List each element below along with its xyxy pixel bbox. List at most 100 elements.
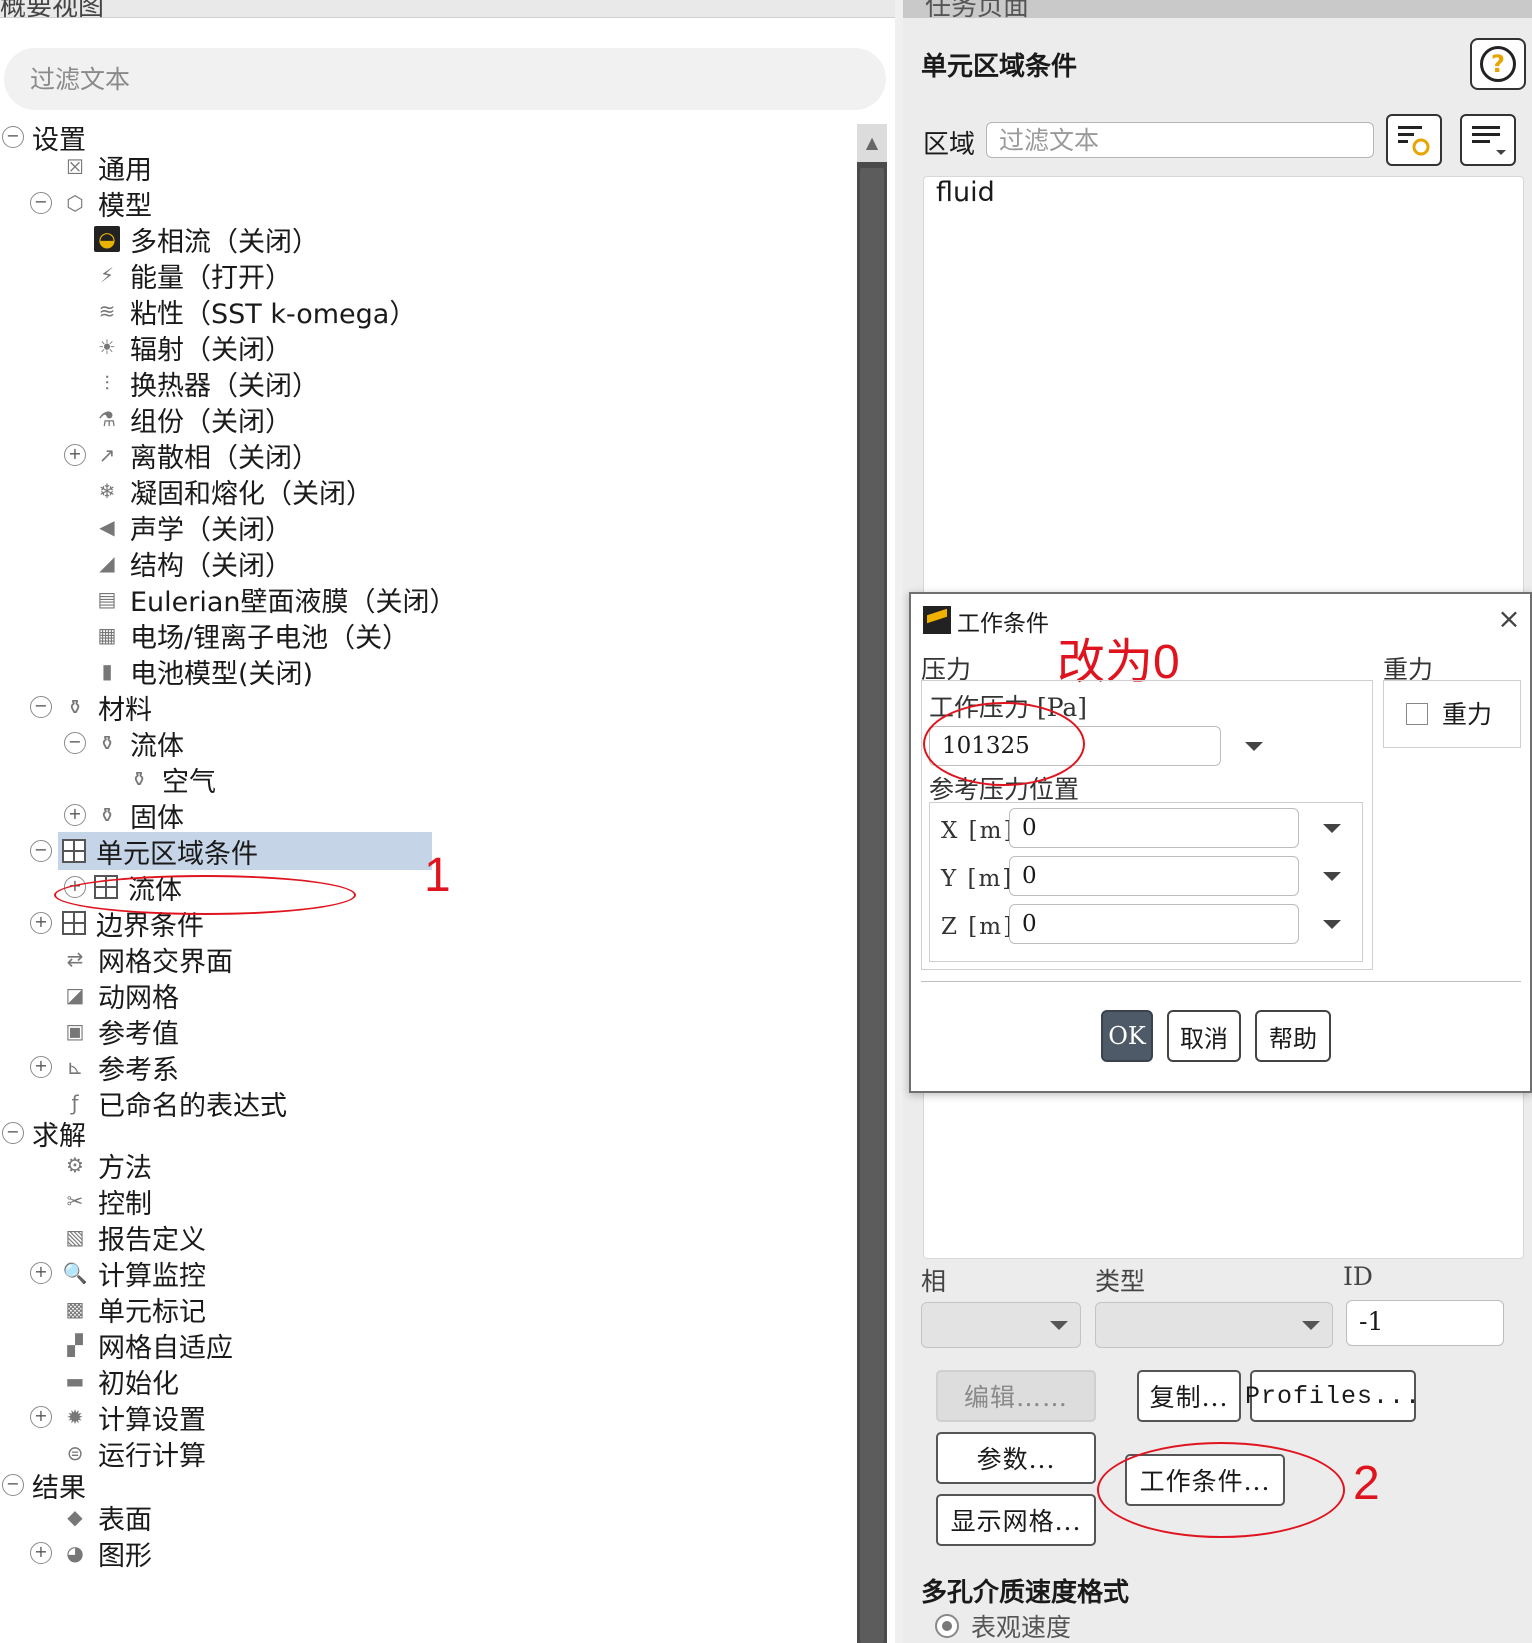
tree-item[interactable]: ▤ Eulerian壁面液膜（关闭） (94, 580, 457, 618)
tree-item[interactable]: ▞ 网格自适应 (62, 1326, 233, 1364)
tree-item[interactable]: ☒ 通用 (62, 148, 152, 186)
tree-item[interactable]: ⇄ 网格交界面 (62, 940, 233, 978)
tree-item-label: 运行计算 (98, 1440, 206, 1472)
tree-item[interactable]: 单元区域条件 (58, 832, 432, 870)
phase-dropdown[interactable] (921, 1302, 1081, 1348)
help-dialog-button[interactable]: 帮助 (1255, 1010, 1331, 1062)
tree-item-label: 辐射（关闭） (130, 334, 292, 366)
tree-item-label: 图形 (98, 1540, 152, 1572)
tree-item[interactable]: ↗ 离散相（关闭） (94, 436, 319, 474)
collapse-toggle-icon[interactable]: − (2, 126, 24, 148)
tree-item-label: 模型 (98, 190, 152, 222)
ok-button[interactable]: OK (1101, 1010, 1153, 1062)
expand-toggle-icon[interactable]: + (64, 444, 86, 466)
dynamic-mesh-icon: ◪ (65, 983, 85, 1007)
annotation-ellipse-2 (1097, 1442, 1345, 1538)
tree-item[interactable]: ≋ 粘性（SST k-omega） (94, 292, 417, 330)
collapse-toggle-icon[interactable]: − (30, 696, 52, 718)
tree-item-label: 固体 (130, 802, 184, 834)
collapse-toggle-icon[interactable]: − (30, 840, 52, 862)
tree-item[interactable]: ✹ 计算设置 (62, 1398, 206, 1436)
tree-item[interactable]: ⊾ 参考系 (62, 1048, 179, 1086)
tree-item[interactable]: ☀ 辐射（关闭） (94, 328, 292, 366)
copy-button[interactable]: 复制... (1137, 1370, 1241, 1422)
collapse-toggle-icon[interactable]: − (64, 732, 86, 754)
expand-toggle-icon[interactable]: + (30, 1542, 52, 1564)
z-dropdown-icon[interactable] (1323, 920, 1341, 929)
expand-toggle-icon[interactable]: + (30, 1406, 52, 1428)
general-icon: ☒ (66, 155, 84, 179)
tree-item[interactable]: 🔍 计算监控 (62, 1254, 206, 1292)
zone-list-item-fluid[interactable]: fluid (936, 177, 995, 208)
close-icon[interactable]: × (1494, 602, 1524, 635)
tree-item[interactable]: ▬ 初始化 (62, 1362, 179, 1400)
display-mesh-button[interactable]: 显示网格... (936, 1494, 1096, 1546)
expand-toggle-icon[interactable]: + (30, 1056, 52, 1078)
x-dropdown-icon[interactable] (1323, 824, 1341, 833)
tree-item[interactable]: ƒ 已命名的表达式 (62, 1084, 287, 1122)
superficial-velocity-option[interactable]: 表观速度 (935, 1608, 1071, 1643)
expand-toggle-icon[interactable]: + (64, 804, 86, 826)
scroll-up-arrow-icon[interactable]: ▲ (857, 124, 887, 162)
z-coordinate-input[interactable]: 0 (1009, 904, 1299, 944)
tree-item[interactable]: ▣ 参考值 (62, 1012, 179, 1050)
radio-selected-icon[interactable] (935, 1614, 959, 1638)
tree-item[interactable]: ▧ 报告定义 (62, 1218, 206, 1256)
battery-icon: ▮ (101, 659, 113, 683)
collapse-toggle-icon[interactable]: − (30, 192, 52, 214)
expand-toggle-icon[interactable]: + (30, 1262, 52, 1284)
profiles-button[interactable]: Profiles... (1245, 1370, 1420, 1422)
help-button[interactable]: ? (1470, 38, 1526, 90)
tree-item[interactable]: ⚱ 固体 (94, 796, 184, 834)
gravity-checkbox-label[interactable]: 重力 (1442, 695, 1492, 731)
y-coordinate-input[interactable]: 0 (1009, 856, 1299, 896)
tree-item[interactable]: ◀ 声学（关闭） (94, 508, 292, 546)
tree-item[interactable]: ◕ 图形 (62, 1534, 152, 1572)
tree-item[interactable]: ▮ 电池模型(关闭) (94, 652, 313, 690)
y-dropdown-icon[interactable] (1323, 872, 1341, 881)
expand-toggle-icon[interactable]: + (30, 912, 52, 934)
edit-button[interactable]: 编辑…… (936, 1370, 1096, 1422)
x-coordinate-input[interactable]: 0 (1009, 808, 1299, 848)
tree-item-label: 流体 (130, 730, 184, 762)
outline-filter-field[interactable] (4, 48, 886, 110)
tree-item[interactable]: ◢ 结构（关闭） (94, 544, 292, 582)
list-menu-icon (1472, 126, 1506, 155)
species-icon: ⚗ (98, 407, 116, 431)
tree-item[interactable]: ❄ 凝固和熔化（关闭） (94, 472, 373, 510)
list-options-button[interactable] (1460, 114, 1516, 166)
mesh-adaption-icon: ▞ (67, 1333, 83, 1357)
tree-item[interactable]: ⚱ 空气 (126, 760, 216, 798)
operating-pressure-dropdown-icon[interactable] (1245, 742, 1263, 751)
tree-item[interactable]: ▩ 单元标记 (62, 1290, 206, 1328)
tree-item[interactable]: ⚱ 流体 (94, 724, 184, 762)
outline-filter-input[interactable] (4, 48, 886, 110)
tree-item-label: 结构（关闭） (130, 550, 292, 582)
tree-item[interactable]: ⚗ 组份（关闭） (94, 400, 292, 438)
parameters-button[interactable]: 参数... (936, 1432, 1096, 1484)
tree-item[interactable]: ◒ 多相流（关闭） (94, 220, 319, 258)
tree-item[interactable]: ◪ 动网格 (62, 976, 179, 1014)
tree-item[interactable]: ⫶ 换热器（关闭） (94, 364, 320, 402)
cancel-button[interactable]: 取消 (1167, 1010, 1241, 1062)
tree-item[interactable]: ✂ 控制 (62, 1182, 152, 1220)
mesh-interface-icon: ⇄ (66, 947, 84, 971)
zone-filter-input[interactable] (987, 123, 1373, 157)
collapse-toggle-icon[interactable]: − (2, 1122, 24, 1144)
gravity-checkbox[interactable] (1406, 703, 1428, 725)
tree-item-label: 通用 (98, 154, 152, 186)
tree-item[interactable]: ⚙ 方法 (62, 1146, 152, 1184)
tree-item[interactable]: ▦ 电场/锂离子电池（关） (94, 616, 410, 654)
tree-item[interactable]: ⚱ 材料 (62, 688, 152, 726)
filter-options-button[interactable] (1386, 114, 1442, 166)
tree-item-label: Eulerian壁面液膜（关闭） (130, 586, 457, 618)
zone-filter-field[interactable] (986, 122, 1374, 158)
tree-item[interactable]: ⬡ 模型 (62, 184, 152, 222)
tree-item[interactable]: ◆ 表面 (62, 1498, 152, 1536)
zone-id-field[interactable]: -1 (1346, 1300, 1504, 1346)
collapse-toggle-icon[interactable]: − (2, 1474, 24, 1496)
tree-item[interactable]: ⚡ 能量（打开） (94, 256, 292, 294)
tree-item-label: 动网格 (98, 982, 179, 1014)
scrollbar-thumb[interactable] (860, 168, 884, 1643)
type-dropdown[interactable] (1095, 1302, 1333, 1348)
